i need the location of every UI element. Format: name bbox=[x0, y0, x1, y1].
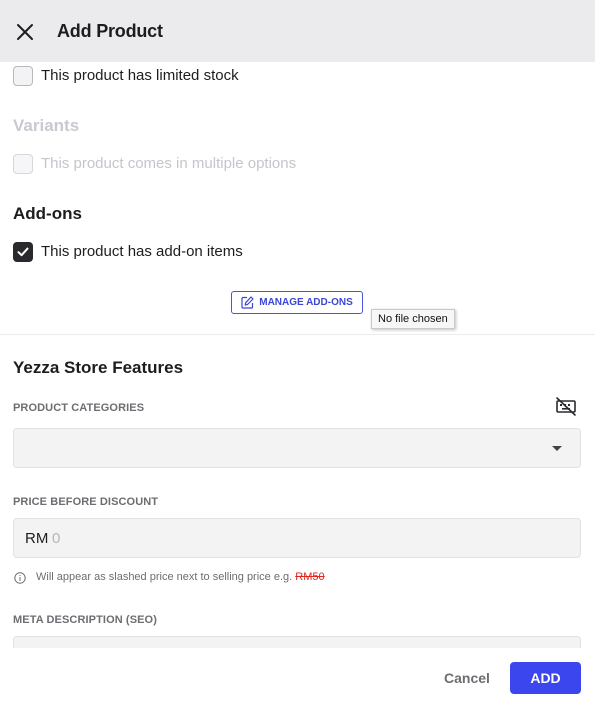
keyboard-off-icon[interactable] bbox=[555, 396, 577, 416]
cancel-button[interactable]: Cancel bbox=[438, 662, 496, 694]
meta-description-input[interactable] bbox=[13, 636, 581, 648]
meta-description-label: META DESCRIPTION (SEO) bbox=[13, 614, 157, 626]
page-title: Add Product bbox=[57, 21, 163, 41]
multiple-options-label: This product comes in multiple options bbox=[41, 155, 297, 172]
addon-items-label: This product has add-on items bbox=[41, 243, 243, 260]
price-before-discount-label: PRICE BEFORE DISCOUNT bbox=[13, 496, 159, 508]
manage-addons-button[interactable]: MANAGE ADD-ONS bbox=[231, 291, 363, 314]
features-section-title: Yezza Store Features bbox=[13, 358, 184, 377]
price-hint-example: RM50 bbox=[295, 571, 325, 583]
limited-stock-checkbox[interactable] bbox=[13, 66, 33, 86]
manage-addons-label: MANAGE ADD-ONS bbox=[259, 297, 353, 308]
addon-items-checkbox[interactable] bbox=[13, 242, 33, 262]
close-icon[interactable] bbox=[13, 20, 37, 44]
modal-header: Add Product bbox=[0, 0, 595, 62]
categories-select[interactable] bbox=[13, 428, 581, 468]
categories-label: PRODUCT CATEGORIES bbox=[13, 402, 145, 414]
price-before-discount-input[interactable] bbox=[52, 527, 552, 549]
file-tooltip: No file chosen bbox=[371, 309, 455, 329]
info-icon bbox=[14, 572, 26, 584]
price-hint: Will appear as slashed price next to sel… bbox=[36, 571, 325, 583]
checkmark-icon bbox=[17, 247, 29, 257]
edit-icon bbox=[241, 296, 254, 309]
variants-section-title: Variants bbox=[13, 116, 80, 135]
section-divider bbox=[0, 334, 595, 335]
addons-section-title: Add-ons bbox=[13, 204, 82, 223]
add-button[interactable]: ADD bbox=[510, 662, 581, 694]
limited-stock-label: This product has limited stock bbox=[41, 67, 239, 84]
chevron-down-icon bbox=[552, 446, 562, 451]
price-field: RM bbox=[13, 518, 581, 558]
multiple-options-checkbox[interactable] bbox=[13, 154, 33, 174]
currency-prefix: RM bbox=[25, 530, 49, 547]
close-button[interactable] bbox=[13, 20, 37, 44]
price-hint-text: Will appear as slashed price next to sel… bbox=[36, 571, 296, 583]
